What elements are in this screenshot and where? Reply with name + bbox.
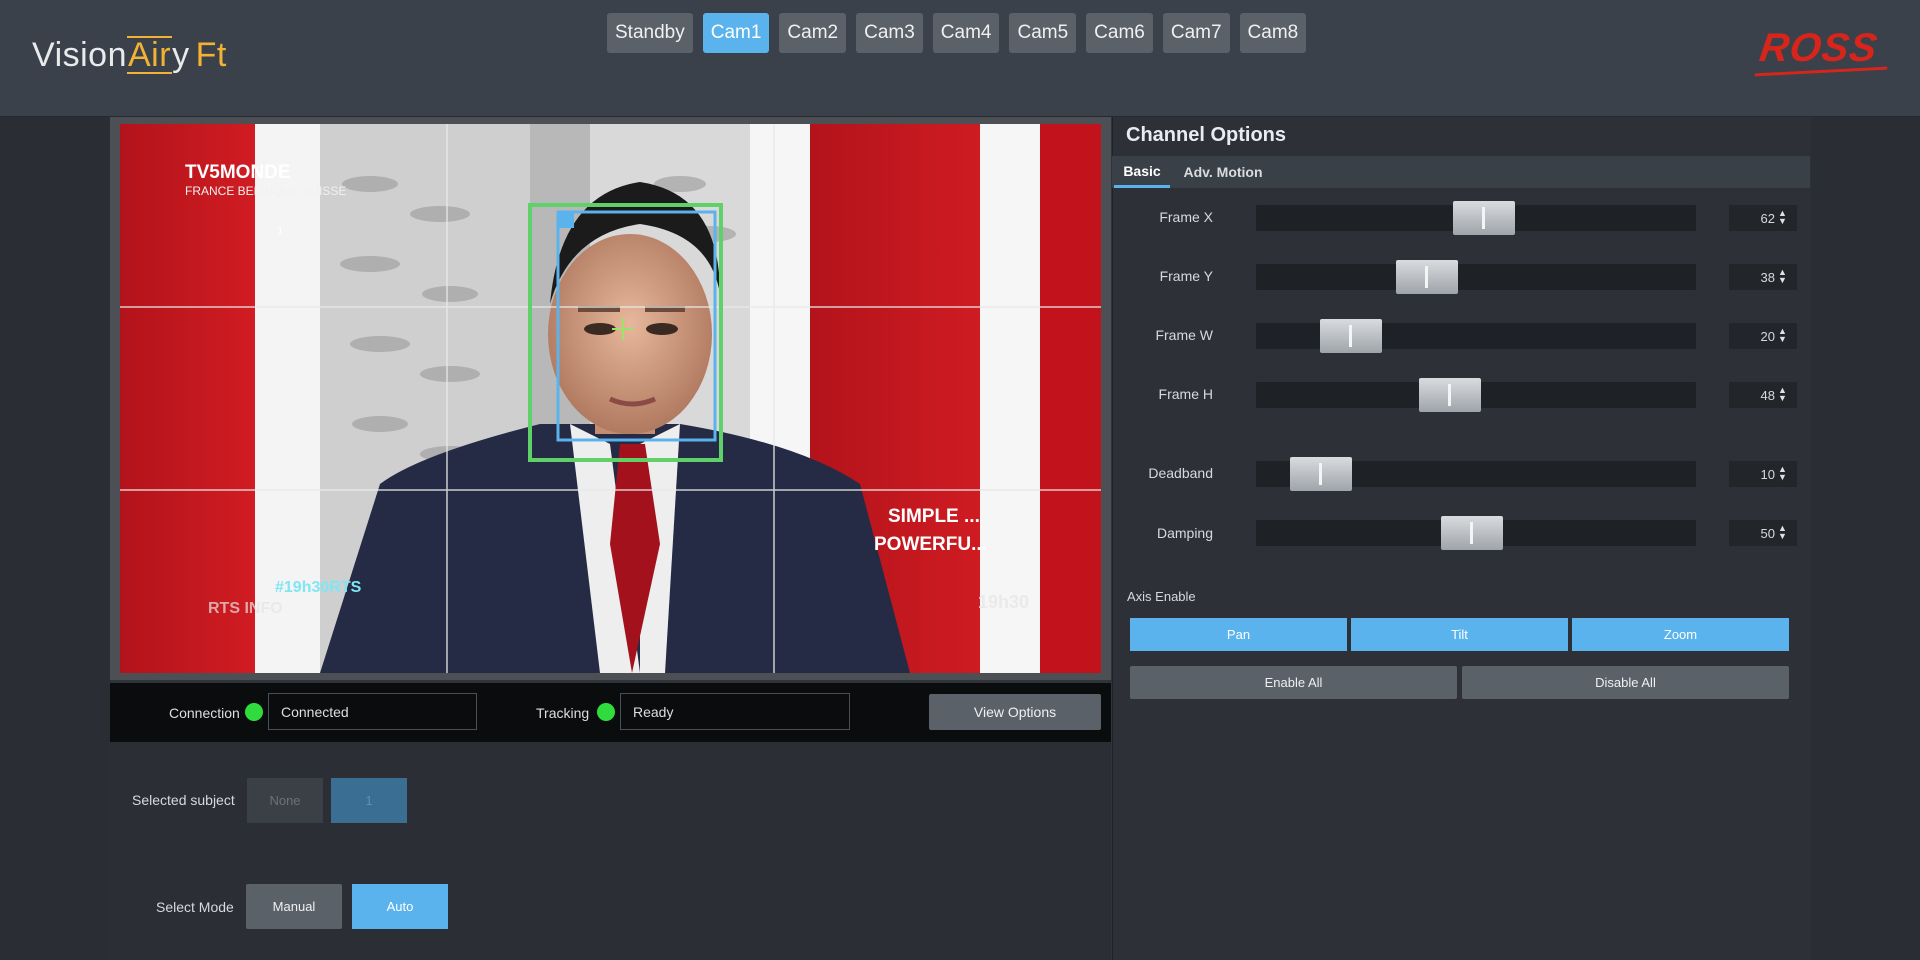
damping-slider[interactable]: [1256, 516, 1696, 550]
frame-h-slider[interactable]: [1256, 378, 1696, 412]
tracking-status-dot: [597, 703, 615, 721]
spin-arrows-icon[interactable]: ▲ ▼: [1778, 327, 1914, 344]
deadband-slider[interactable]: [1256, 457, 1696, 491]
visionairy-logo: Vision Air y Ft: [32, 30, 227, 80]
left-margin: [0, 117, 110, 960]
disable-all-button[interactable]: Disable All: [1462, 666, 1789, 699]
overlay-text-line2: POWERFU...: [874, 534, 987, 555]
ross-logo: ROSS: [1756, 26, 1881, 70]
channel-logo: TV5MONDE: [185, 162, 291, 183]
spin-arrows-icon[interactable]: ▲ ▼: [1778, 209, 1914, 226]
frame-w-slider[interactable]: [1256, 319, 1696, 353]
camera-tabs: Standby Cam1 Cam2 Cam3 Cam4 Cam5 Cam6 Ca…: [607, 13, 1307, 53]
video-scene: [120, 124, 1101, 673]
tab-cam1[interactable]: Cam1: [702, 13, 770, 53]
axis-tilt-button[interactable]: Tilt: [1351, 618, 1568, 651]
frame-x-slider[interactable]: [1256, 201, 1696, 235]
logo-text: Vision: [32, 35, 127, 74]
frame-w-label: Frame W: [1155, 327, 1213, 343]
damping-label: Damping: [1156, 525, 1213, 541]
spin-arrows-icon[interactable]: ▲ ▼: [1778, 524, 1914, 541]
frame-h-label: Frame H: [1158, 386, 1213, 402]
frame-y-label: Frame Y: [1159, 268, 1213, 284]
tab-standby[interactable]: Standby: [607, 13, 693, 53]
frame-x-thumb[interactable]: [1453, 201, 1515, 235]
axis-pan-button[interactable]: Pan: [1130, 618, 1347, 651]
red-panel-left: [120, 124, 255, 673]
damping-thumb[interactable]: [1441, 516, 1503, 550]
tab-cam6[interactable]: Cam6: [1086, 13, 1153, 53]
connection-status-field: Connected: [268, 693, 477, 730]
subject-1-button[interactable]: 1: [331, 778, 407, 823]
connection-label: Connection: [169, 705, 240, 721]
deadband-thumb[interactable]: [1290, 457, 1352, 491]
deadband-label: Deadband: [1148, 465, 1213, 481]
overlay-text-line1: SIMPLE ...: [888, 506, 980, 527]
selected-subject-label: Selected subject: [132, 792, 235, 808]
view-options-button[interactable]: View Options: [929, 694, 1101, 730]
frame-x-label: Frame X: [1159, 209, 1213, 225]
tab-basic[interactable]: Basic: [1114, 156, 1170, 188]
tab-adv-motion[interactable]: Adv. Motion: [1178, 156, 1268, 188]
tracking-status-field: Ready: [620, 693, 850, 730]
tab-cam7[interactable]: Cam7: [1162, 13, 1230, 53]
tab-cam8[interactable]: Cam8: [1239, 13, 1307, 53]
subject-id-badge: 1: [277, 226, 283, 237]
tab-cam4[interactable]: Cam4: [932, 13, 1000, 53]
tab-cam2[interactable]: Cam2: [779, 13, 847, 53]
spin-arrows-icon[interactable]: ▲ ▼: [1778, 465, 1914, 482]
tab-cam3[interactable]: Cam3: [856, 13, 923, 53]
logo-air: Air: [127, 36, 173, 74]
connection-status-dot: [245, 703, 263, 721]
tracking-label: Tracking: [536, 705, 590, 721]
panel-title: Channel Options: [1126, 124, 1286, 146]
show-logo: 19h30: [978, 592, 1030, 612]
frame-y-thumb[interactable]: [1396, 260, 1458, 294]
subject-none-button[interactable]: None: [247, 778, 323, 823]
rts-info-logo: RTS INFO: [208, 600, 283, 617]
camera-preview[interactable]: TV5MONDE FRANCE BELGIQUE SUISSE 1 #19h30…: [120, 124, 1101, 673]
mode-manual-button[interactable]: Manual: [246, 884, 342, 929]
select-mode-label: Select Mode: [156, 899, 234, 915]
hashtag-graphic: #19h30RTS: [275, 579, 362, 596]
frame-y-slider[interactable]: [1256, 260, 1696, 294]
frame-h-thumb[interactable]: [1419, 378, 1481, 412]
mode-auto-button[interactable]: Auto: [352, 884, 448, 929]
axis-zoom-button[interactable]: Zoom: [1572, 618, 1789, 651]
logo-y: y: [172, 35, 190, 74]
axis-enable-label: Axis Enable: [1127, 589, 1196, 604]
enable-all-button[interactable]: Enable All: [1130, 666, 1457, 699]
channel-subtitle: FRANCE BELGIQUE SUISSE: [185, 184, 347, 198]
spin-arrows-icon[interactable]: ▲ ▼: [1778, 386, 1914, 403]
frame-w-thumb[interactable]: [1320, 319, 1382, 353]
tab-cam5[interactable]: Cam5: [1009, 13, 1077, 53]
spin-arrows-icon[interactable]: ▲ ▼: [1778, 268, 1914, 285]
logo-suffix: Ft: [195, 35, 227, 74]
